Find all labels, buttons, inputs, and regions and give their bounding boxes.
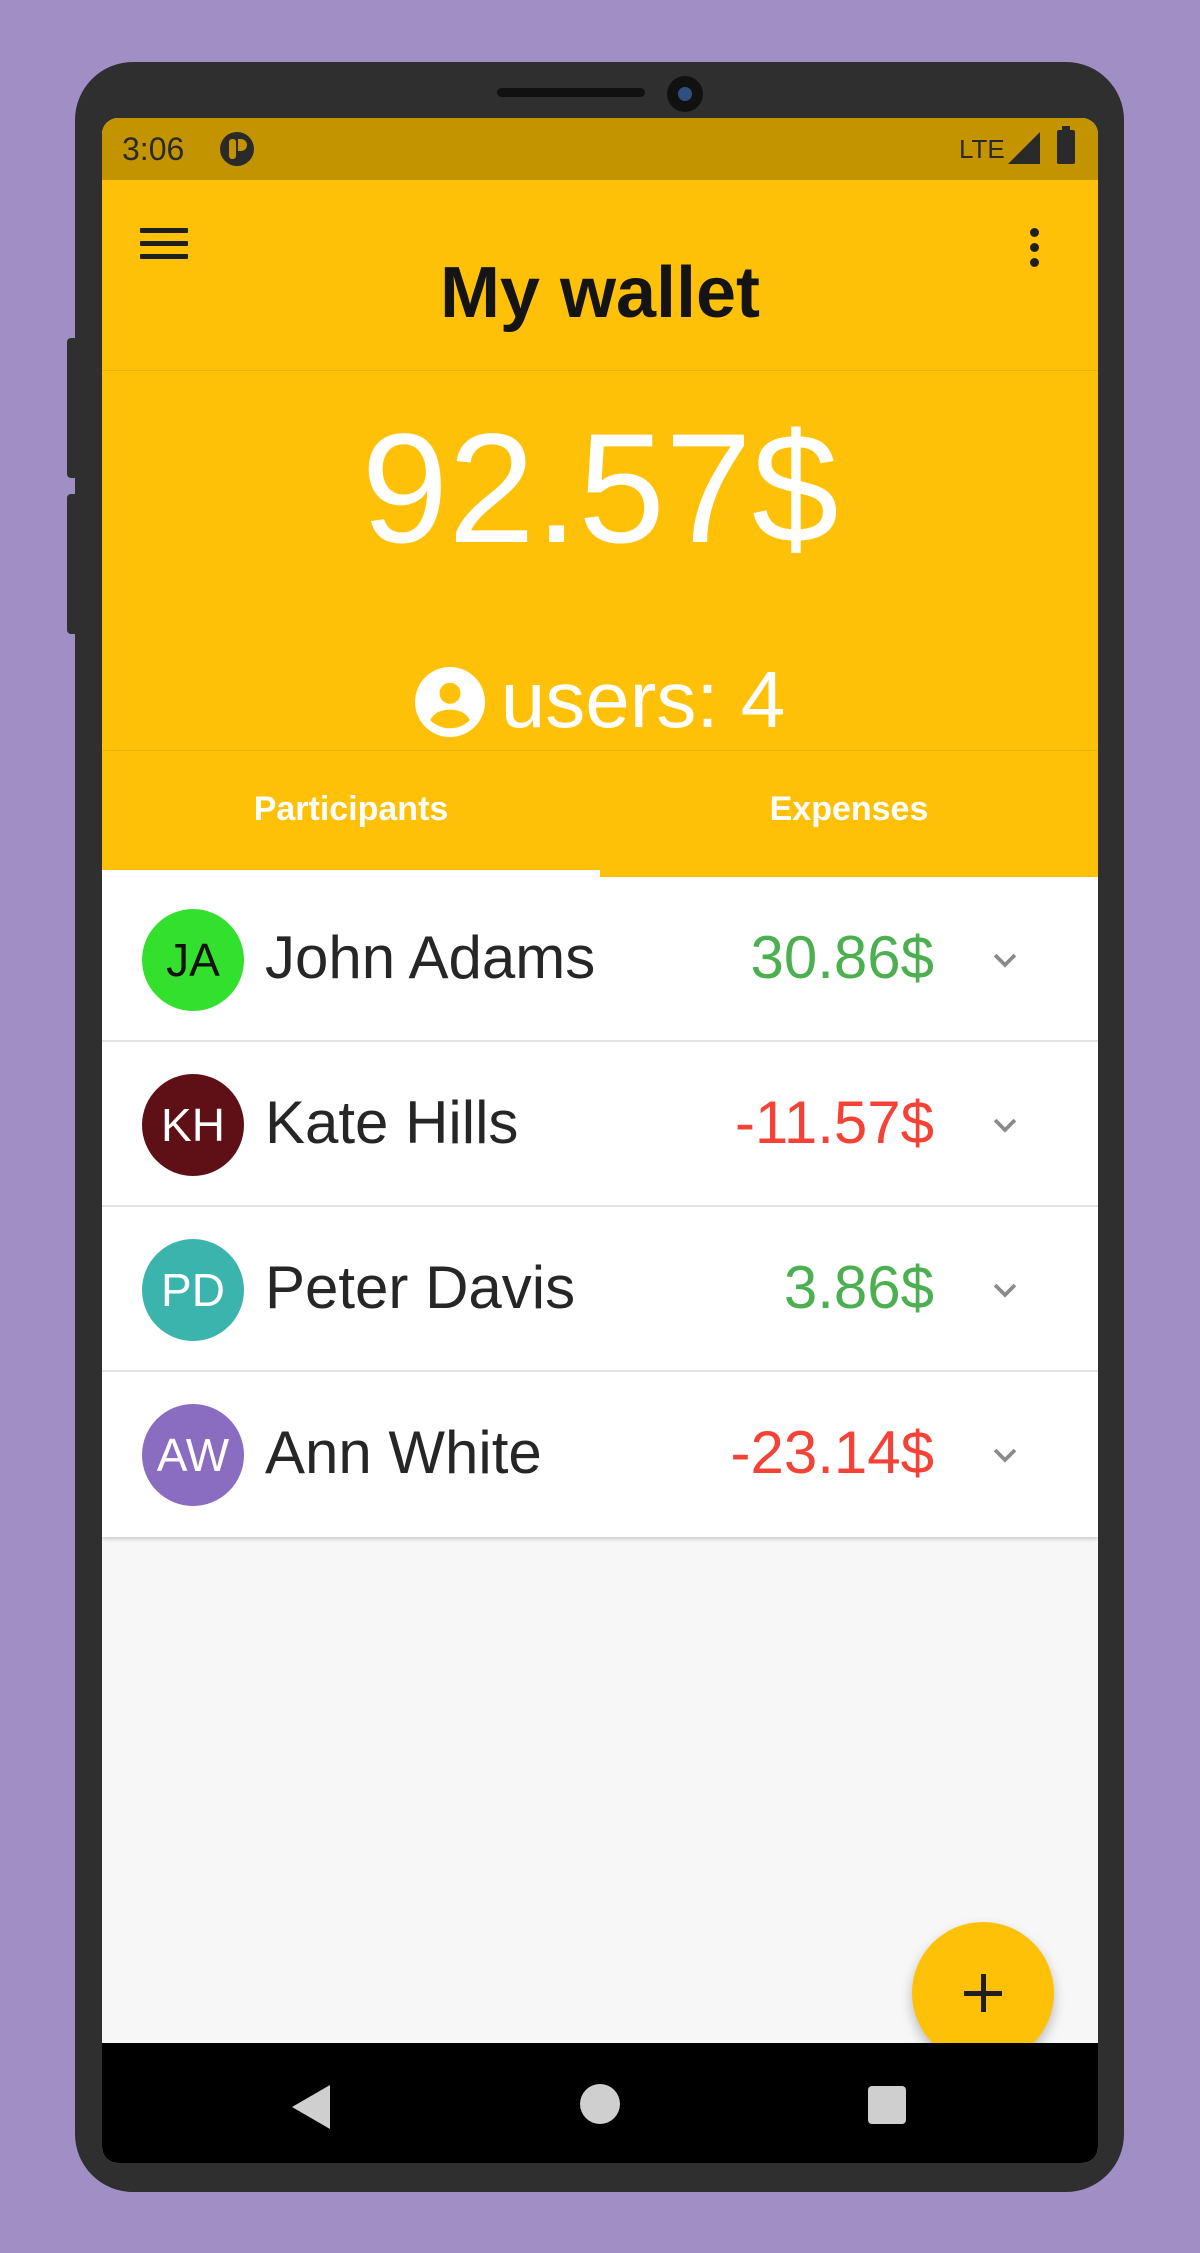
participant-name: John Adams (265, 924, 596, 991)
participant-row[interactable]: KH Kate Hills -11.57$ (102, 1042, 1098, 1207)
back-icon[interactable] (292, 2085, 330, 2129)
phone-frame: 3:06 LTE My wallet 92.57$ users: 4 Parti… (67, 62, 1124, 2192)
chevron-down-icon[interactable] (988, 1108, 1022, 1142)
front-camera (667, 76, 703, 112)
tab-label: Expenses (769, 790, 929, 828)
header-divider (102, 370, 1098, 371)
users-count: users: 4 (500, 655, 786, 744)
system-nav-bar (102, 2043, 1098, 2163)
status-time: 3:06 (122, 131, 185, 167)
participant-balance: 3.86$ (783, 1254, 934, 1321)
power-button (67, 494, 79, 634)
participant-row[interactable]: PD Peter Davis 3.86$ (102, 1207, 1098, 1372)
screen: 3:06 LTE My wallet 92.57$ users: 4 Parti… (102, 118, 1098, 2163)
signal-icon (1008, 132, 1040, 164)
tab-expenses[interactable]: Expenses (600, 750, 1098, 877)
tab-label: Participants (253, 790, 449, 828)
tab-participants[interactable]: Participants (102, 750, 600, 877)
chevron-down-icon[interactable] (988, 943, 1022, 977)
participant-row[interactable]: JA John Adams 30.86$ (102, 877, 1098, 1042)
avatar: PD (142, 1239, 244, 1341)
home-icon[interactable] (580, 2084, 620, 2124)
participant-balance: 30.86$ (750, 924, 934, 991)
network-type: LTE (959, 134, 1005, 164)
battery-icon (1057, 126, 1075, 164)
wallet-header: My wallet 92.57$ users: 4 Participants E… (102, 180, 1098, 877)
participant-name: Peter Davis (265, 1254, 576, 1321)
speaker-grille (497, 88, 645, 97)
chevron-down-icon[interactable] (988, 1438, 1022, 1472)
users-count-row: users: 4 (102, 650, 1098, 750)
avatar: KH (142, 1074, 244, 1176)
volume-button (67, 338, 79, 478)
account-circle-icon (414, 666, 485, 737)
tab-selected-indicator (102, 870, 600, 877)
recents-icon[interactable] (868, 2086, 906, 2124)
wallet-balance: 92.57$ (361, 402, 839, 576)
avatar: AW (142, 1404, 244, 1506)
chevron-down-icon[interactable] (988, 1273, 1022, 1307)
participants-list: JA John Adams 30.86$ KH Kate Hills -11.5… (102, 877, 1098, 1537)
status-bar: 3:06 LTE (102, 118, 1098, 180)
participant-name: Ann White (265, 1419, 542, 1486)
participant-balance: -23.14$ (730, 1419, 935, 1486)
participant-name: Kate Hills (265, 1089, 519, 1156)
page-title: My wallet (439, 253, 761, 333)
avatar: JA (142, 909, 244, 1011)
app-notification-icon (220, 132, 254, 166)
participant-balance: -11.57$ (734, 1089, 934, 1156)
participant-row[interactable]: AW Ann White -23.14$ (102, 1372, 1098, 1537)
